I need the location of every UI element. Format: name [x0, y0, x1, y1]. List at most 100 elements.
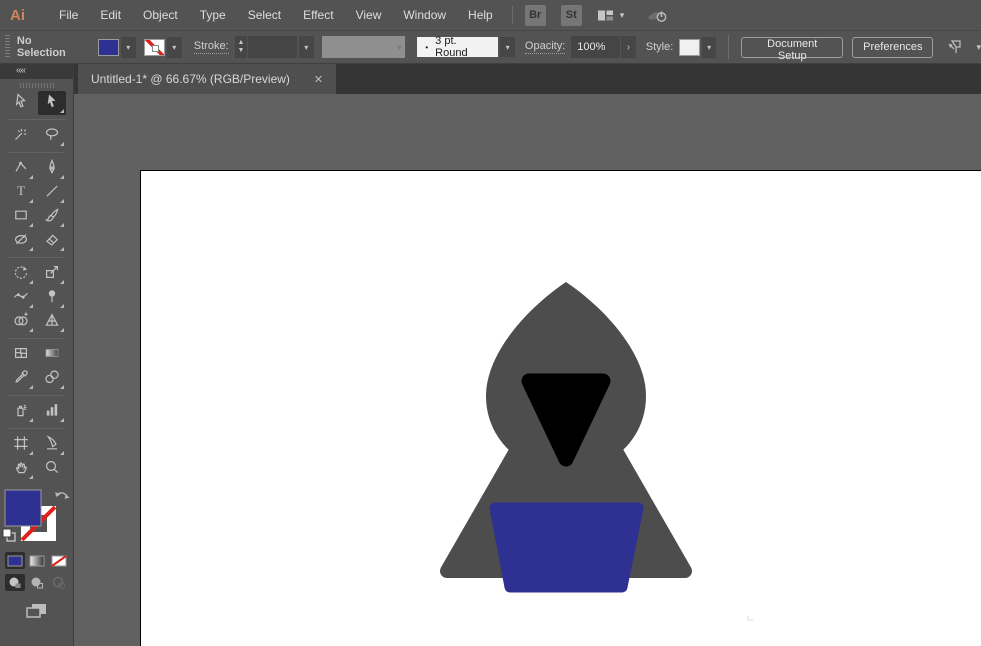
tools-panel-grip[interactable] [19, 83, 54, 88]
draw-mode-row [0, 574, 73, 591]
workspace-switcher-icon[interactable] [597, 8, 614, 23]
draw-inside-icon[interactable] [49, 574, 69, 591]
type-tool[interactable]: T [7, 181, 35, 205]
magic-wand-tool[interactable] [7, 124, 35, 148]
default-fill-stroke-icon[interactable] [2, 528, 16, 542]
document-tab[interactable]: Untitled-1* @ 66.67% (RGB/Preview) ✕ [78, 64, 337, 94]
zoom-tool-icon [44, 459, 60, 480]
rectangle-tool[interactable] [7, 205, 35, 229]
workspace: «« T Untitled-1* @ 66.67% (RGB/Preview) … [0, 64, 981, 646]
column-graph-tool-icon [44, 402, 60, 423]
select-similar-options-icon[interactable] [946, 38, 966, 56]
chevron-down-icon[interactable]: ▾ [298, 36, 314, 58]
eraser-tool[interactable] [38, 229, 66, 253]
menu-select[interactable]: Select [237, 0, 292, 30]
menu-view[interactable]: View [345, 0, 393, 30]
paintbrush-tool[interactable] [38, 205, 66, 229]
gradient-button-icon[interactable] [27, 552, 47, 569]
scale-tool[interactable] [38, 262, 66, 286]
mesh-tool[interactable] [7, 343, 35, 367]
fill-color-swatch[interactable] [97, 38, 119, 56]
chevron-down-icon[interactable]: ▾ [166, 36, 182, 58]
chevron-down-icon[interactable]: ▾ [620, 10, 625, 21]
stock-button[interactable]: St [560, 4, 582, 26]
menu-effect[interactable]: Effect [292, 0, 344, 30]
swap-fill-stroke-icon[interactable] [55, 492, 70, 499]
symbol-sprayer-tool[interactable] [7, 400, 35, 424]
tool-group-divider [8, 338, 65, 339]
artboard-tool-icon [13, 435, 29, 456]
none-button-icon[interactable] [49, 552, 69, 569]
artwork-layer [440, 282, 753, 621]
bridge-button[interactable]: Br [524, 4, 546, 26]
shaper-tool[interactable] [7, 229, 35, 253]
rotate-tool[interactable] [7, 262, 35, 286]
menubar-divider [511, 6, 513, 24]
stroke-weight-stepper[interactable]: ▲ ▼ [234, 36, 248, 58]
stroke-color-control[interactable]: ▾ [143, 36, 182, 58]
zoom-tool[interactable] [38, 457, 66, 481]
selection-tool[interactable] [7, 91, 35, 115]
draw-normal-icon[interactable] [4, 574, 25, 591]
document-tab-bar: Untitled-1* @ 66.67% (RGB/Preview) ✕ [74, 64, 981, 94]
chevron-down-icon[interactable]: ▾ [120, 36, 136, 58]
preferences-button[interactable]: Preferences [852, 36, 934, 58]
document-area: Untitled-1* @ 66.67% (RGB/Preview) ✕ [74, 64, 981, 646]
chevron-down-icon[interactable]: ▾ [701, 36, 717, 58]
menu-window[interactable]: Window [392, 0, 457, 30]
gradient-tool[interactable] [38, 343, 66, 367]
stroke-color-swatch[interactable] [143, 38, 165, 56]
chevron-down-icon[interactable]: ▾ [976, 42, 981, 53]
draw-behind-icon[interactable] [27, 574, 47, 591]
brush-bullet-icon: • [425, 42, 429, 52]
opacity-arrow[interactable]: › [621, 36, 636, 58]
chevron-down-icon[interactable]: ▾ [500, 37, 515, 57]
lasso-tool[interactable] [38, 124, 66, 148]
panel-grip[interactable] [5, 35, 10, 59]
line-segment-tool[interactable] [38, 181, 66, 205]
puppet-warp-tool[interactable] [38, 286, 66, 310]
artboard-tool[interactable] [7, 433, 35, 457]
column-graph-tool[interactable] [38, 400, 66, 424]
screen-mode-button[interactable] [0, 601, 73, 621]
shape-builder-tool[interactable] [7, 310, 35, 334]
pen-tool[interactable] [38, 157, 66, 181]
document-setup-button[interactable]: Document Setup [741, 36, 844, 62]
close-icon[interactable]: ✕ [314, 73, 323, 86]
width-tool[interactable] [7, 286, 35, 310]
perspective-grid-tool[interactable] [38, 310, 66, 334]
gpu-performance-icon[interactable] [646, 7, 668, 24]
opacity-panel-link[interactable]: Opacity: [524, 40, 566, 54]
menu-object[interactable]: Object [132, 0, 189, 30]
menu-type[interactable]: Type [189, 0, 237, 30]
canvas-pasteboard[interactable] [74, 94, 981, 646]
slice-tool[interactable] [38, 433, 66, 457]
menu-help[interactable]: Help [457, 0, 504, 30]
fill-color-control[interactable]: ▾ [97, 36, 136, 58]
magic-wand-tool-icon [13, 126, 29, 147]
opacity-input[interactable]: 100% [571, 36, 621, 58]
curvature-tool[interactable] [7, 157, 35, 181]
slice-tool-icon [44, 434, 60, 456]
color-mode-row [0, 552, 73, 569]
direct-selection-tool[interactable] [38, 91, 66, 115]
hand-tool[interactable] [7, 457, 35, 481]
artwork-laptop-shape[interactable] [489, 502, 644, 593]
graphic-style-swatch[interactable] [679, 38, 700, 56]
style-label: Style: [645, 41, 674, 53]
stroke-panel-link[interactable]: Stroke: [193, 40, 229, 54]
collapse-panel-button[interactable]: «« [0, 64, 73, 79]
blend-tool[interactable] [38, 367, 66, 391]
lasso-tool-icon [44, 126, 60, 147]
curvature-tool-icon [13, 159, 29, 180]
menu-file[interactable]: File [48, 0, 89, 30]
eraser-tool-icon [44, 231, 60, 252]
menu-edit[interactable]: Edit [89, 0, 132, 30]
document-tab-title: Untitled-1* @ 66.67% (RGB/Preview) [91, 72, 290, 86]
color-button-icon[interactable] [4, 552, 25, 569]
brush-definition-value[interactable]: • 3 pt. Round [417, 35, 499, 59]
eyedropper-tool[interactable] [7, 367, 35, 391]
stroke-weight-input[interactable] [248, 36, 297, 58]
tool-group-divider [8, 152, 65, 153]
fill-indicator[interactable] [4, 489, 42, 527]
